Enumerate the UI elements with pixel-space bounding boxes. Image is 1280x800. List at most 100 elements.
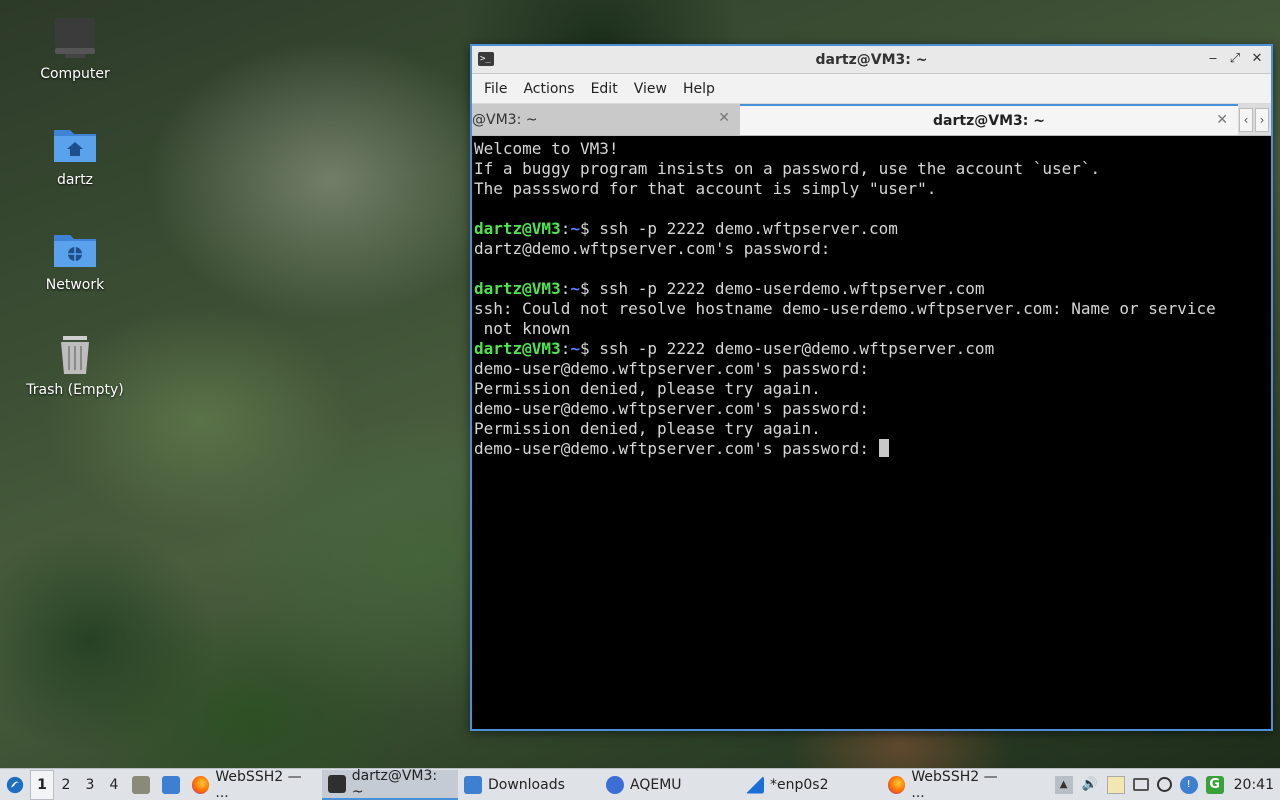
terminal-command-line: dartz@VM3:~$ ssh -p 2222 demo.wftpserver… [474,219,1269,239]
workspace-3[interactable]: 3 [78,770,102,800]
taskbar: 1 2 3 4 WebSSH2 — ... dartz@VM3: ~ Downl… [0,768,1280,800]
show-desktop-icon [162,775,180,794]
close-button[interactable]: ✕ [1249,50,1265,68]
prompt-separator: : [560,279,571,298]
workspace-4[interactable]: 4 [102,770,126,800]
app-menu-button[interactable] [0,770,30,800]
task-label: WebSSH2 — ... [911,768,998,800]
prompt-path: ~ [570,219,580,238]
tab-close-icon[interactable]: ✕ [1216,112,1228,128]
desktop-icon-dartz[interactable]: dartz [20,120,130,188]
terminal-cursor [878,439,889,457]
prompt-end: $ [579,219,600,238]
volume-icon[interactable]: 🔊 [1081,776,1099,794]
workspace-2[interactable]: 2 [54,770,78,800]
terminal-output-line: Permission denied, please try again. [474,379,1269,399]
prompt-end: $ [579,279,600,298]
line-text: ssh -p 2222 demo-user@demo.wftpserver.co… [599,339,995,358]
desktop-icon-network[interactable]: Network [20,225,130,293]
line-text: Permission denied, please try again. [474,419,821,438]
tab-1[interactable]: @VM3: ~ ✕ [472,104,740,135]
task-websh2-2[interactable]: WebSSH2 — ... [882,768,1018,800]
task-downloads[interactable]: Downloads [458,770,600,800]
system-tray: ▲ 🔊 ! G 20:41 [1054,769,1274,800]
terminal-output-line: If a buggy program insists on a password… [474,159,1269,179]
quicklaunch-desktop[interactable] [156,770,186,800]
terminal-output-line: demo-user@demo.wftpserver.com's password… [474,399,1269,419]
minimize-button[interactable]: ‒ [1205,50,1221,68]
tab-label: @VM3: ~ [472,111,538,128]
terminal-output-line: Welcome to VM3! [474,139,1269,159]
menu-help[interactable]: Help [675,81,723,97]
terminal-output-line: ssh: Could not resolve hostname demo-use… [474,299,1269,319]
terminal-output-line [474,259,1269,279]
line-text: The passsword for that account is simply… [474,179,937,198]
line-text: demo-user@demo.wftpserver.com's password… [474,439,879,458]
task-wireshark[interactable]: *enp0s2 [740,770,882,800]
update-icon[interactable] [1156,777,1172,792]
tray-up-arrow-icon[interactable]: ▲ [1054,775,1073,794]
desktop-icon-computer[interactable]: Computer [20,14,130,82]
terminal-output-line: Permission denied, please try again. [474,419,1269,439]
wireshark-icon [746,775,764,794]
trash-icon [61,336,89,374]
tab-scroll-right-icon[interactable]: › [1255,108,1269,132]
task-label: WebSSH2 — ... [215,768,302,800]
line-text: not known [474,319,571,338]
tab-bar: @VM3: ~ ✕ dartz@VM3: ~ ✕ ‹ › [472,104,1271,136]
task-label: *enp0s2 [770,776,829,793]
task-terminal[interactable]: dartz@VM3: ~ [322,767,458,800]
line-text: Permission denied, please try again. [474,379,821,398]
terminal-window[interactable]: >_ dartz@VM3: ~ ‒ ⤢ ✕ File Actions Edit … [470,44,1273,731]
tab-close-icon[interactable]: ✕ [718,110,730,126]
home-folder-icon [54,130,96,162]
prompt-path: ~ [570,339,580,358]
firefox-icon [888,775,906,794]
terminal-icon [328,774,346,793]
firefox-icon [192,775,210,794]
task-label: AQEMU [630,776,682,793]
terminal-output-line: not known [474,319,1269,339]
prompt-user: dartz@VM3 [474,339,561,358]
terminal-output-line: The passsword for that account is simply… [474,179,1269,199]
task-label: dartz@VM3: ~ [351,767,438,800]
prompt-separator: : [560,339,571,358]
clipboard-icon[interactable] [1106,775,1125,794]
notification-icon[interactable]: ! [1179,775,1198,794]
window-title: dartz@VM3: ~ [815,51,928,68]
prompt-end: $ [579,339,600,358]
menu-edit[interactable]: Edit [583,81,626,97]
terminal-command-line: dartz@VM3:~$ ssh -p 2222 demo-user@demo.… [474,339,1269,359]
maximize-button[interactable]: ⤢ [1227,50,1243,68]
line-text: Welcome to VM3! [474,139,619,158]
tab-2[interactable]: dartz@VM3: ~ ✕ [740,104,1238,135]
menu-actions[interactable]: Actions [515,81,582,97]
tab-scroll-left-icon[interactable]: ‹ [1239,108,1253,132]
task-websh2-1[interactable]: WebSSH2 — ... [186,768,322,800]
line-text: demo-user@demo.wftpserver.com's password… [474,359,869,378]
line-text: If a buggy program insists on a password… [474,159,1101,178]
terminal-command-line: dartz@VM3:~$ ssh -p 2222 demo-userdemo.w… [474,279,1269,299]
desktop-icon-label: Trash (Empty) [26,382,124,398]
lxqt-logo-icon [6,776,24,793]
terminal-output-line [474,199,1269,219]
workspace-1[interactable]: 1 [30,769,54,800]
clock[interactable]: 20:41 [1234,777,1274,793]
quicklaunch-files[interactable] [126,770,156,800]
window-titlebar[interactable]: >_ dartz@VM3: ~ ‒ ⤢ ✕ [472,46,1271,74]
monitor-icon[interactable] [1132,778,1149,791]
menu-view[interactable]: View [626,81,675,97]
terminal-icon: >_ [478,52,494,66]
desktop-icon-trash[interactable]: Trash (Empty) [20,330,130,398]
file-manager-icon [132,775,150,794]
menu-file[interactable]: File [476,81,515,97]
task-label: Downloads [488,776,565,793]
terminal-output[interactable]: Welcome to VM3! If a buggy program insist… [472,136,1271,728]
menubar: File Actions Edit View Help [472,74,1271,104]
prompt-user: dartz@VM3 [474,279,561,298]
task-aqemu[interactable]: AQEMU [600,770,740,800]
line-text: dartz@demo.wftpserver.com's password: [474,239,831,258]
greenclip-icon[interactable]: G [1205,775,1224,794]
network-folder-icon [54,235,96,267]
computer-icon [55,18,95,58]
